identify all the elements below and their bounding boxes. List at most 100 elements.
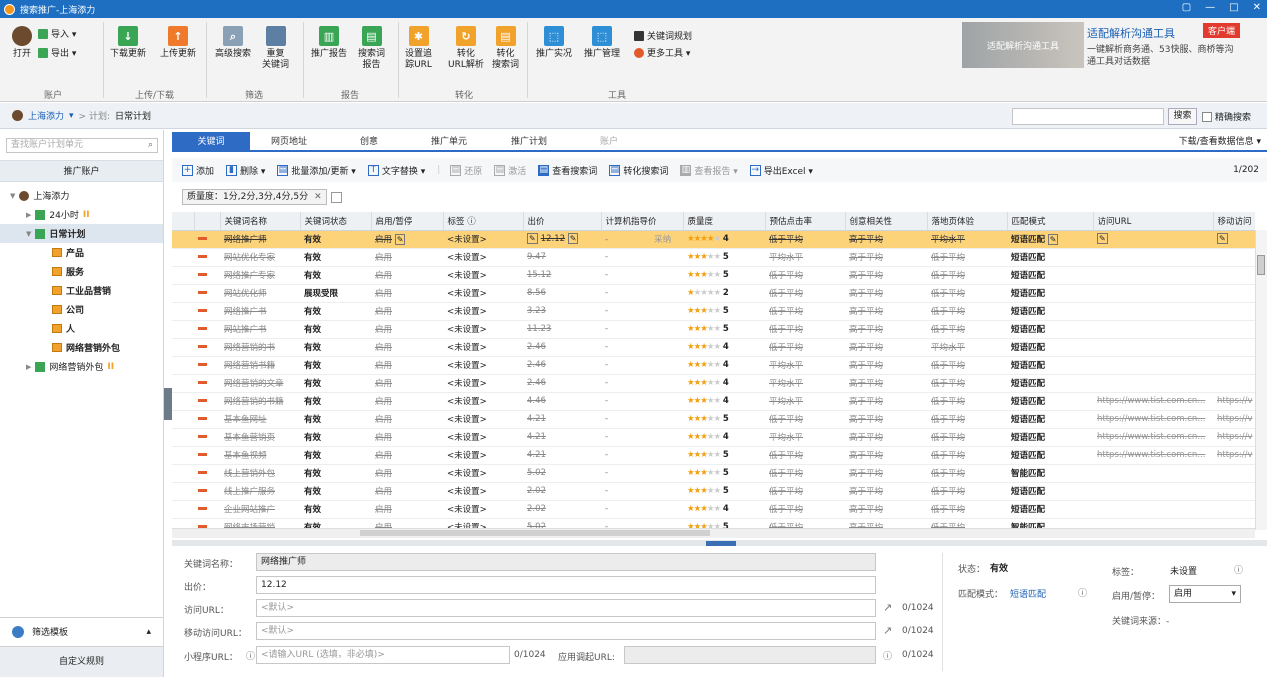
tree-item[interactable]: 服务 [0, 262, 163, 281]
import-button[interactable]: 导入 ▾ [38, 27, 76, 40]
remove-icon[interactable] [198, 237, 207, 240]
tab-3[interactable]: 推广单元 [410, 132, 488, 152]
row-action[interactable] [194, 338, 220, 357]
help-icon[interactable]: ⓘ [246, 649, 255, 662]
row-action[interactable] [194, 266, 220, 285]
batch-add-button[interactable]: ▤ 批量添加/更新 ▾ [277, 164, 356, 177]
column-header[interactable]: 匹配模式 [1007, 212, 1094, 231]
row-action[interactable] [194, 320, 220, 339]
tree-item[interactable]: 工业品营销 [0, 281, 163, 300]
row-selector[interactable] [172, 320, 194, 339]
column-header[interactable]: 关键词名称 [220, 212, 301, 231]
edit-icon[interactable]: ✎ [1097, 233, 1108, 244]
tree-item[interactable]: 公司 [0, 300, 163, 319]
tab-4[interactable]: 推广计划 [490, 132, 568, 152]
row-action[interactable] [194, 518, 220, 528]
tree-item[interactable]: ▶ 24小时 II [0, 205, 163, 224]
column-header[interactable]: 标签 ⓘ [443, 212, 524, 231]
row-action[interactable] [194, 482, 220, 501]
column-header[interactable]: 关键词状态 [300, 212, 372, 231]
close-button[interactable]: ✕ [1253, 2, 1261, 13]
row-selector[interactable] [172, 374, 194, 393]
row-action[interactable] [194, 464, 220, 483]
table-row[interactable]: 网络推广书 有效 启用 <未设置> 3.23 - ★★★★★ 5 低于平均 高于平均 低于平均 短语… [172, 302, 1255, 321]
duplicate-keywords-button[interactable]: 重复 关键词 [262, 26, 289, 71]
view-report-button[interactable]: ▥ 查看报告 ▾ [680, 164, 738, 177]
search-button[interactable]: 搜索 [1168, 108, 1197, 125]
help-icon[interactable]: ⓘ [1234, 563, 1243, 576]
promo-manage-button[interactable]: ⬚ 推广管理 [584, 26, 620, 60]
table-row[interactable]: 网络市场营销 有效 启用 <未设置> 5.02- ★★★★★ 5 低于平均 高于平均 低于平均智… [172, 518, 1255, 528]
remove-icon[interactable] [198, 435, 207, 438]
help-icon[interactable]: ⓘ [883, 649, 892, 662]
column-header[interactable]: 启用/暂停 [371, 212, 444, 231]
splitter-grip[interactable] [706, 541, 736, 546]
row-selector[interactable] [172, 302, 194, 321]
row-selector[interactable] [172, 266, 194, 285]
row-action[interactable] [194, 410, 220, 429]
live-view-button[interactable]: ⬚ 推广实况 [536, 26, 572, 60]
horizontal-scroll-thumb[interactable] [360, 530, 710, 536]
tree-item[interactable]: ▼ 上海添力 [0, 186, 163, 205]
upload-update-button[interactable]: ↑ 上传更新 [160, 26, 196, 60]
row-action[interactable] [194, 428, 220, 447]
edit-icon[interactable]: ✎ [567, 233, 579, 244]
activate-button[interactable]: ▤ 激活 [494, 164, 526, 177]
row-selector[interactable] [172, 464, 194, 483]
remove-icon[interactable] [198, 471, 207, 474]
row-selector[interactable] [172, 392, 194, 411]
mobile-url-input[interactable]: <默认> [256, 622, 876, 640]
custom-rule-button[interactable]: 自定义规则 [0, 646, 163, 677]
tab-2[interactable]: 创意 [330, 132, 408, 152]
collapse-handle[interactable] [164, 388, 172, 420]
tab-5[interactable]: 账户 [570, 132, 648, 152]
row-action[interactable] [194, 392, 220, 411]
add-button[interactable]: + 添加 [182, 164, 214, 177]
table-row[interactable]: 基本鱼网址 有效 启用 <未设置> 4.21 - ★★★★★ 5 低于平均 高于平均 低于平均 短语… [172, 410, 1255, 429]
row-selector[interactable] [172, 248, 194, 267]
remove-icon[interactable] [198, 399, 207, 402]
view-search-terms-button[interactable]: ▤ 查看搜索词 [538, 164, 597, 177]
row-action[interactable] [194, 500, 220, 519]
row-selector[interactable] [172, 482, 194, 501]
enable-select[interactable]: 启用 ▾ [1169, 585, 1241, 603]
row-selector[interactable] [172, 338, 194, 357]
tab-1[interactable]: 网页地址 [250, 132, 328, 152]
restore-button[interactable]: ▤ 还原 [450, 164, 482, 177]
table-row[interactable]: 线上推广服务 有效 启用 <未设置> 2.02 - ★★★★★ 5 低于平均 高于平均 低于平均 短… [172, 482, 1255, 501]
row-selector[interactable] [172, 284, 194, 303]
column-header[interactable]: 质量度 [683, 212, 766, 231]
row-action[interactable] [194, 356, 220, 375]
miniprogram-url-input[interactable]: <请输入URL (选填，非必填)> [256, 646, 510, 664]
bid-input[interactable]: 12.12 [256, 576, 876, 594]
table-row[interactable]: 基本鱼营销页 有效 启用 <未设置> 4.21 - ★★★★★ 4 平均水平 高于平均 低于平均 短… [172, 428, 1255, 447]
adopt-link[interactable]: 采纳 [654, 235, 671, 245]
expand-icon[interactable]: ▼ [10, 192, 15, 200]
export-button[interactable]: 导出 ▾ [38, 46, 76, 59]
tree-item[interactable]: 网络营销外包 [0, 338, 163, 357]
row-action[interactable] [194, 284, 220, 303]
row-selector[interactable] [172, 410, 194, 429]
table-row[interactable]: 网络推广专家 有效 启用 <未设置> 15.12 - ★★★★★ 5 低于平均 高于平均 低于平均… [172, 266, 1255, 285]
remove-icon[interactable] [198, 453, 207, 456]
breadcrumb-account[interactable]: 上海添力 [28, 109, 64, 122]
help-icon[interactable]: ⓘ [1078, 586, 1087, 599]
row-action[interactable] [194, 248, 220, 267]
minimize-button[interactable]: — [1205, 2, 1215, 13]
tree-search-input[interactable]: 查找账户计划单元 ⌕ [6, 138, 158, 153]
convert-url-button[interactable]: ↻ 转化 URL解析 [448, 26, 484, 71]
filter-edit-icon[interactable] [330, 191, 342, 203]
close-icon[interactable]: ✕ [314, 190, 322, 204]
vertical-scroll-thumb[interactable] [1257, 255, 1265, 275]
table-row[interactable]: 网络营销的书 有效 启用 <未设置> 2.46 - ★★★★★ 4 低于平均 高于平均 平均水平 短… [172, 338, 1255, 357]
column-header[interactable]: 移动访问 [1213, 212, 1255, 231]
remove-icon[interactable] [198, 273, 207, 276]
column-header[interactable]: 计算机指导价 [601, 212, 684, 231]
download-update-button[interactable]: ↓ 下载更新 [110, 26, 146, 60]
tree-item[interactable]: ▼ 日常计划 [0, 224, 163, 243]
edit-icon[interactable]: ✎ [1217, 233, 1228, 244]
tab-0[interactable]: 关键词 [172, 132, 250, 152]
column-header[interactable]: 创意相关性 [845, 212, 928, 231]
remove-icon[interactable] [198, 255, 207, 258]
global-search-input[interactable] [1012, 108, 1164, 125]
